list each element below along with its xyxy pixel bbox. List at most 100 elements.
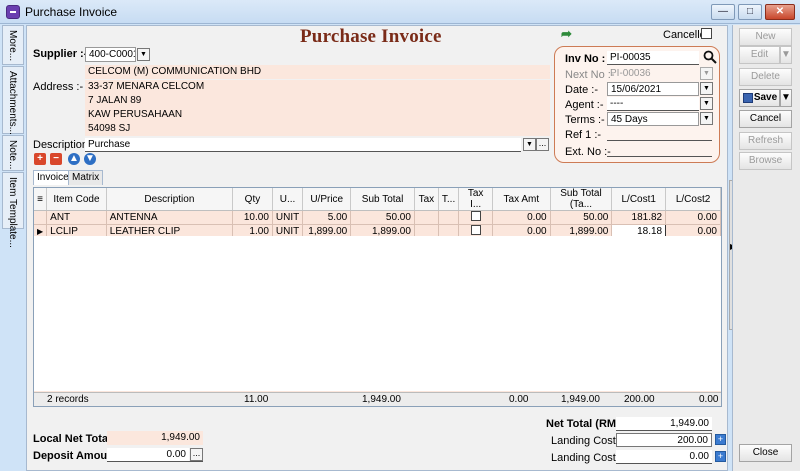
cell-subtotal[interactable]: 50.00: [350, 210, 415, 225]
footer-tax-amt: 0.00: [509, 394, 529, 405]
col-t[interactable]: T...: [438, 188, 460, 211]
cell-lcost1[interactable]: 181.82: [611, 210, 667, 225]
supplier-dropdown[interactable]: ▼: [137, 48, 150, 61]
supplier-code-field[interactable]: 400-C0001: [85, 47, 136, 62]
cell-t[interactable]: [438, 210, 460, 225]
save-button[interactable]: Save: [739, 89, 780, 107]
col-uom[interactable]: U...: [272, 188, 304, 211]
maximize-button[interactable]: □: [738, 4, 762, 20]
col-lcost2[interactable]: L/Cost2: [665, 188, 721, 211]
net-total-field: 1,949.00: [616, 417, 712, 431]
table-row[interactable]: ANT ANTENNA 10.00 UNIT 5.00 50.00 0.00 5…: [34, 210, 721, 225]
delete-button[interactable]: Delete: [739, 68, 792, 86]
edit-dropdown-icon[interactable]: ▼: [780, 46, 792, 64]
edit-button[interactable]: Edit: [739, 46, 780, 64]
tab-invoice[interactable]: Invoice: [33, 170, 73, 185]
cell-tax[interactable]: [414, 210, 439, 225]
terms-label: Terms :-: [565, 114, 605, 126]
grid-menu-icon[interactable]: ≡: [34, 188, 48, 211]
address-line-4: 54098 SJ: [85, 122, 131, 136]
new-button[interactable]: New: [739, 28, 792, 46]
footer-records: 2 records: [47, 394, 89, 405]
landing-cost-2-field[interactable]: 0.00: [616, 450, 712, 464]
tab-more[interactable]: More...: [2, 25, 24, 65]
save-dropdown-icon[interactable]: ▼: [780, 89, 792, 107]
col-description[interactable]: Description: [106, 188, 234, 211]
window-title: Purchase Invoice: [25, 5, 118, 19]
supplier-name-field[interactable]: CELCOM (M) COMMUNICATION BHD: [85, 65, 550, 79]
col-tax-inclusive[interactable]: Tax I...: [458, 188, 494, 211]
local-net-total-label: Local Net Total:: [33, 433, 115, 445]
tax-inclusive-checkbox[interactable]: [470, 211, 481, 221]
landing-cost-1-field[interactable]: 200.00: [616, 433, 712, 447]
close-window-button[interactable]: ✕: [765, 4, 795, 20]
add-landing-cost-1-icon[interactable]: +: [715, 434, 726, 445]
move-down-icon[interactable]: ▼: [84, 153, 96, 165]
cell-uom[interactable]: UNIT: [272, 210, 304, 225]
move-up-icon[interactable]: ▲: [68, 153, 80, 165]
add-landing-cost-2-icon[interactable]: +: [715, 451, 726, 462]
cell-subtotal-tax[interactable]: 50.00: [550, 210, 613, 225]
deposit-amount-field[interactable]: 0.00: [107, 448, 189, 462]
description-ellipsis-button[interactable]: ...: [536, 138, 549, 151]
grid-footer: 2 records 11.00 1,949.00 0.00 1,949.00 2…: [34, 392, 721, 406]
col-tax[interactable]: Tax: [414, 188, 439, 211]
grid-empty-area: [34, 236, 721, 391]
next-no-field: PI-00036: [610, 68, 651, 79]
cell-tax-amt[interactable]: 0.00: [492, 210, 551, 225]
cell-item-code[interactable]: ANT: [46, 210, 107, 225]
tab-note[interactable]: Note...: [2, 135, 24, 171]
date-dropdown[interactable]: ▼: [700, 82, 713, 95]
col-uprice[interactable]: U/Price: [302, 188, 352, 211]
col-lcost1[interactable]: L/Cost1: [611, 188, 667, 211]
ref1-field[interactable]: [607, 127, 712, 141]
description-field[interactable]: Purchase: [85, 138, 521, 152]
close-button[interactable]: Close: [739, 444, 792, 462]
inv-no-field[interactable]: PI-00035: [607, 51, 699, 65]
date-field[interactable]: 15/06/2021: [607, 82, 699, 96]
col-subtotal[interactable]: Sub Total: [350, 188, 415, 211]
col-qty[interactable]: Qty: [232, 188, 273, 211]
ext-no-label: Ext. No :-: [565, 146, 611, 158]
page-title: Purchase Invoice: [300, 26, 442, 47]
agent-dropdown[interactable]: ▼: [700, 97, 713, 110]
save-disk-icon: [743, 93, 753, 103]
supplier-label: Supplier :-: [33, 48, 88, 60]
footer-lcost2: 0.00: [699, 394, 719, 405]
col-item-code[interactable]: Item Code: [46, 188, 107, 211]
footer-subtotal: 1,949.00: [362, 394, 401, 405]
inv-no-label: Inv No :: [565, 53, 606, 65]
address-line-3: KAW PERUSAHAAN: [85, 108, 183, 122]
browse-button[interactable]: Browse: [739, 152, 792, 170]
col-subtotal-tax[interactable]: Sub Total (Ta...: [550, 188, 613, 211]
add-row-icon[interactable]: +: [34, 153, 46, 165]
terms-dropdown[interactable]: ▼: [700, 112, 713, 125]
next-no-dropdown[interactable]: ▼: [700, 67, 713, 80]
refresh-button[interactable]: Refresh: [739, 132, 792, 150]
ref1-label: Ref 1 :-: [565, 129, 602, 141]
agent-field[interactable]: ----: [607, 97, 699, 111]
app-icon: [6, 5, 20, 19]
share-arrow-icon[interactable]: ➦: [561, 27, 577, 40]
cell-lcost2[interactable]: 0.00: [665, 210, 721, 225]
cancel-button[interactable]: Cancel: [739, 110, 792, 128]
address-line-2: 7 JALAN 89: [85, 94, 142, 108]
local-net-total-field: 1,949.00: [107, 431, 203, 445]
deposit-ellipsis-button[interactable]: ...: [190, 448, 203, 461]
tab-attachments[interactable]: Attachments...: [2, 66, 24, 135]
col-tax-amt[interactable]: Tax Amt: [492, 188, 551, 211]
cell-qty[interactable]: 10.00: [232, 210, 273, 225]
description-dropdown[interactable]: ▼: [523, 138, 536, 151]
cell-description[interactable]: ANTENNA: [106, 210, 234, 225]
net-total-label: Net Total (RM):: [546, 418, 624, 430]
minimize-button[interactable]: —: [711, 4, 735, 20]
tab-item-template[interactable]: Item Template...: [2, 172, 24, 248]
remove-row-icon[interactable]: −: [50, 153, 62, 165]
address-field[interactable]: 33-37 MENARA CELCOM 7 JALAN 89 KAW PERUS…: [85, 80, 550, 136]
tab-matrix[interactable]: Matrix: [68, 170, 104, 185]
cancelled-checkbox[interactable]: [701, 28, 712, 39]
cell-uprice[interactable]: 5.00: [302, 210, 352, 225]
search-icon[interactable]: [703, 50, 717, 64]
tax-inclusive-checkbox[interactable]: [470, 225, 481, 235]
terms-field[interactable]: 45 Days: [607, 112, 699, 126]
